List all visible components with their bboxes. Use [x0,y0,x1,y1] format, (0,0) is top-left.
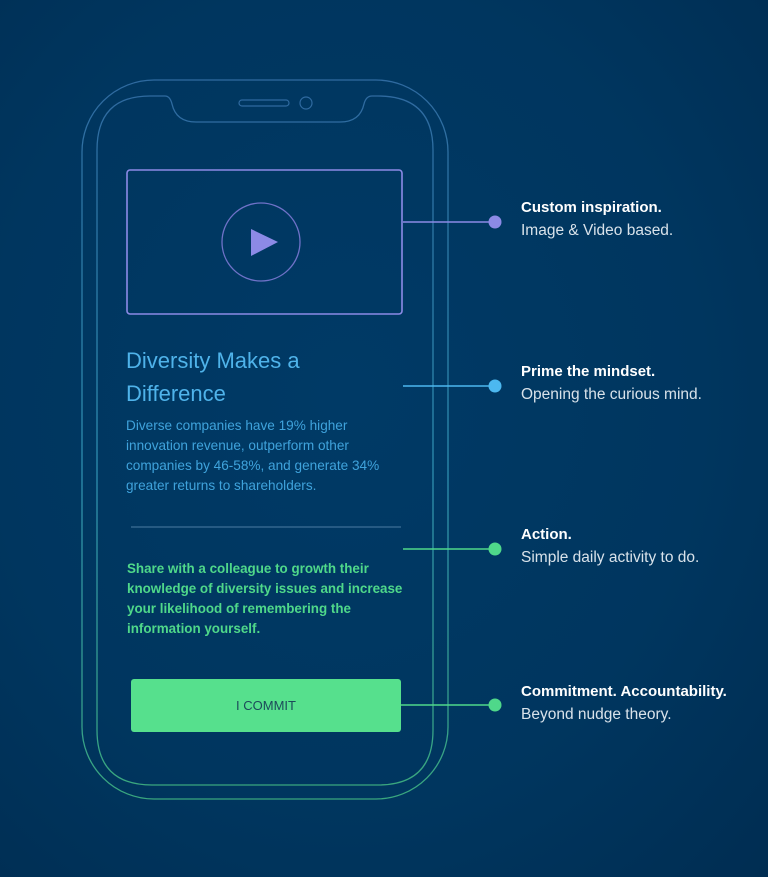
action-text: Share with a colleague to growth their k… [127,561,403,636]
callout-action: Action. Simple daily activity to do. [521,524,766,569]
card-body: Diverse companies have 19% higher innova… [126,418,380,493]
callout-dot-commit [488,698,502,712]
callout-prime: Prime the mindset. Opening the curious m… [521,361,766,406]
callout-title: Commitment. Accountability. [521,683,727,700]
callout-subtitle: Image & Video based. [521,222,674,239]
callout-dot-action [488,542,502,556]
play-icon[interactable] [221,202,301,282]
callout-title: Action. [521,526,572,543]
commit-button[interactable]: I COMMIT [131,679,401,732]
camera-icon [299,96,313,110]
speaker-icon [238,99,290,107]
callout-video: Custom inspiration. Image & Video based. [521,197,766,242]
callout-commit: Commitment. Accountability. Beyond nudge… [521,681,766,726]
callout-subtitle: Beyond nudge theory. [521,706,672,723]
callout-dot-prime [488,379,502,393]
callout-subtitle: Simple daily activity to do. [521,549,700,566]
callout-title: Prime the mindset. [521,363,656,380]
callout-subtitle: Opening the curious mind. [521,386,702,403]
card-title: Diversity Makes a Difference [126,348,300,406]
callout-title: Custom inspiration. [521,199,662,216]
callout-dot-video [488,215,502,229]
